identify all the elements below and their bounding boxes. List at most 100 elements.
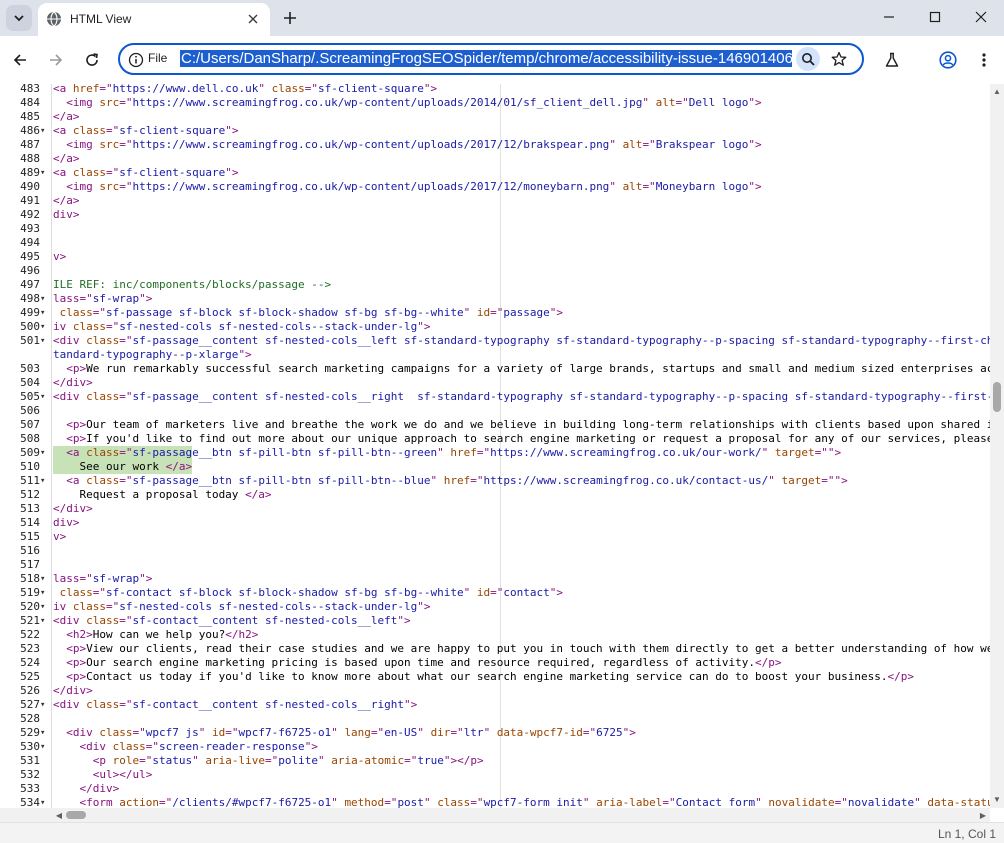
line-code: <form action="/clients/#wpcf7-f6725-o1" … — [53, 796, 990, 808]
fold-arrow-icon[interactable]: ▾ — [40, 446, 50, 460]
menu-button[interactable] — [970, 46, 998, 74]
scroll-up-arrow[interactable]: ▲ — [990, 84, 1004, 98]
code-token: sf-contact sf-block sf-block-shadow sf-b… — [106, 586, 464, 599]
source-line: 521 ▾ <div class="sf-contact__content sf-n… — [0, 614, 990, 628]
code-token: passage — [503, 306, 550, 319]
source-line: 510 See our work </a> — [0, 460, 990, 474]
source-line: 524 <p>Our search engine marketing prici… — [0, 656, 990, 670]
tab-close-button[interactable] — [244, 10, 262, 28]
code-token: sf-contact__content sf-nested-cols__righ… — [132, 698, 405, 711]
vertical-scroll-thumb[interactable] — [993, 382, 1001, 412]
line-code: Request a proposal today </a> — [53, 488, 271, 502]
fold-arrow-icon[interactable]: ▾ — [40, 726, 50, 740]
code-token: aria-atomic — [331, 754, 405, 767]
fold-arrow-icon[interactable]: ▾ — [40, 740, 50, 754]
vertical-scrollbar[interactable]: ▲ ▼ — [990, 84, 1004, 808]
code-token: =" — [106, 124, 120, 137]
source-line: 505 ▾ <div class="sf-passage__content sf-n… — [0, 390, 990, 404]
fold-arrow-icon[interactable]: ▾ — [40, 390, 50, 404]
status-bar: Ln 1, Col 1 — [0, 822, 1004, 843]
source-line: 489 ▾ <a class="sf-client-square"> — [0, 166, 990, 180]
url-input[interactable]: C:/Users/DanSharp/.ScreamingFrogSEOSpide… — [180, 49, 792, 69]
line-code: v> — [53, 530, 66, 544]
code-token: </a> — [53, 110, 80, 123]
address-bar[interactable]: File C:/Users/DanSharp/.ScreamingFrogSEO… — [118, 43, 864, 75]
close-window-button[interactable] — [958, 0, 1004, 34]
code-token: post — [397, 796, 424, 808]
line-number: 534 — [20, 796, 40, 808]
reload-button[interactable] — [78, 46, 106, 74]
search-icon — [802, 53, 815, 66]
code-token: =" — [476, 446, 491, 459]
line-number: 519 — [20, 586, 40, 599]
line-number: 492 — [20, 208, 40, 221]
fold-arrow-icon[interactable]: ▾ — [40, 334, 50, 348]
fold-arrow-icon[interactable]: ▾ — [40, 572, 50, 586]
code-token: <p> — [53, 642, 87, 655]
line-code: </a> — [53, 110, 80, 124]
code-token: " — [258, 84, 272, 95]
source-line: 491 </a> — [0, 194, 990, 208]
back-button[interactable] — [6, 46, 34, 74]
code-token: =" — [92, 306, 106, 319]
minimize-button[interactable] — [866, 0, 912, 34]
code-token: <img — [53, 180, 100, 193]
code-token: " — [331, 796, 345, 808]
fold-arrow-icon[interactable]: ▾ — [40, 320, 50, 334]
active-tab[interactable]: HTML View — [38, 3, 270, 36]
scroll-left-arrow[interactable]: ◀ — [52, 808, 66, 822]
fold-arrow-icon[interactable]: ▾ — [40, 614, 50, 628]
source-line: 511 ▾ <a class="sf-passage__btn sf-pill-b… — [0, 474, 990, 488]
fold-arrow-icon[interactable]: ▾ — [40, 474, 50, 488]
horizontal-scrollbar[interactable]: ◀ ▶ — [0, 808, 990, 822]
code-token: polite — [278, 754, 318, 767]
fold-arrow-icon[interactable]: ▾ — [40, 698, 50, 712]
fold-arrow-icon[interactable]: ▾ — [40, 796, 50, 808]
code-token: =" — [642, 180, 656, 193]
code-token: Contact us today if you'd like to know m… — [86, 670, 888, 683]
line-number: 517 — [20, 558, 40, 571]
fold-arrow-icon[interactable]: ▾ — [40, 292, 50, 306]
source-view[interactable]: 483 <a href="https://www.dell.co.uk" clas… — [0, 84, 990, 808]
code-token: </div> — [53, 684, 93, 697]
source-line: 534 ▾ <form action="/clients/#wpcf7-f6725… — [0, 796, 990, 808]
source-line: 531 <p role="status" aria-live="polite" … — [0, 754, 990, 768]
code-token: "> — [225, 124, 239, 137]
horizontal-scroll-thumb[interactable] — [66, 811, 86, 819]
code-token: iv — [53, 320, 73, 333]
fold-arrow-icon[interactable]: ▾ — [40, 166, 50, 180]
fold-arrow-icon[interactable]: ▾ — [40, 600, 50, 614]
code-token: v> — [53, 530, 67, 543]
bookmark-button[interactable] — [828, 48, 850, 70]
source-line: 513 </div> — [0, 502, 990, 516]
maximize-button[interactable] — [912, 0, 958, 34]
forward-button[interactable] — [42, 46, 70, 74]
line-code: <div class="wpcf7 js" id="wpcf7-f6725-o1… — [53, 726, 636, 740]
code-token: sf-wrap — [92, 292, 140, 305]
line-number: 493 — [20, 222, 40, 235]
close-icon — [975, 11, 987, 23]
profile-button[interactable] — [934, 46, 962, 74]
code-token: </a> — [165, 460, 193, 473]
new-tab-button[interactable] — [279, 7, 301, 29]
labs-button[interactable] — [878, 46, 906, 74]
scroll-right-arrow[interactable]: ▶ — [976, 808, 990, 822]
code-token: =" — [675, 96, 689, 109]
fold-arrow-icon[interactable]: ▾ — [40, 306, 50, 320]
line-number: 486 — [20, 124, 40, 137]
line-code: </a> — [53, 194, 80, 208]
scroll-down-arrow[interactable]: ▼ — [990, 792, 1004, 806]
scheme-chip[interactable]: File — [148, 51, 167, 65]
info-icon[interactable] — [128, 52, 144, 68]
code-token: sf-contact__content sf-nested-cols__left — [132, 614, 398, 627]
code-token: =" — [119, 698, 133, 711]
minimize-icon — [884, 16, 894, 18]
source-line: 526 </div> — [0, 684, 990, 698]
line-number: 504 — [20, 376, 40, 389]
code-token: <p> — [53, 432, 87, 445]
tab-search-button[interactable] — [6, 5, 32, 31]
search-button[interactable] — [796, 47, 820, 71]
code-token: "> — [397, 614, 411, 627]
fold-arrow-icon[interactable]: ▾ — [40, 124, 50, 138]
fold-arrow-icon[interactable]: ▾ — [40, 586, 50, 600]
